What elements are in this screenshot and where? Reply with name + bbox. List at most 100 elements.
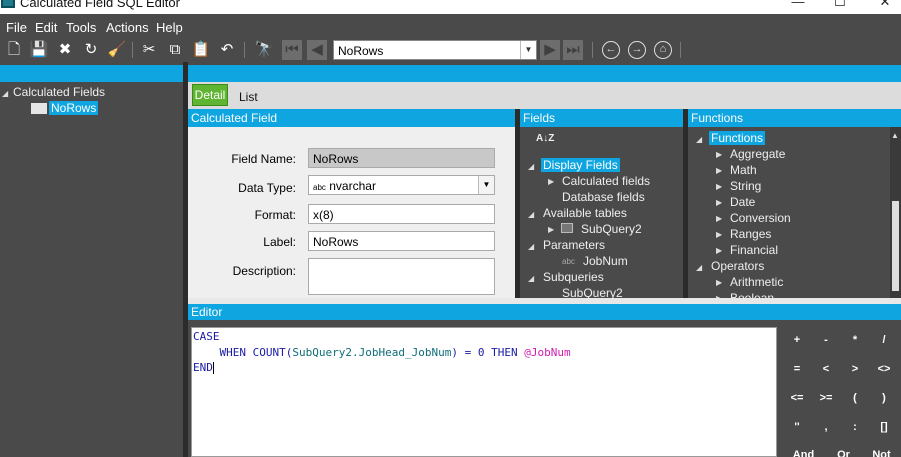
label-input[interactable]: NoRows [308,231,495,251]
clear-icon[interactable]: 🧹 [107,40,127,60]
expand-icon[interactable]: ▶ [716,182,722,191]
last-record-icon[interactable]: ⏭ [563,40,583,60]
op-or-button[interactable]: Or [826,444,861,457]
forward-icon[interactable]: → [628,41,646,59]
binoculars-icon[interactable]: 🔭 [254,40,274,60]
expand-icon[interactable]: ▶ [716,246,722,255]
functions-scrollbar[interactable]: ▲ [890,127,901,298]
op-lessequal-button[interactable]: <= [784,386,810,410]
op-greaterequal-button[interactable]: >= [813,386,839,410]
op-open-paren-button[interactable]: ( [842,386,868,410]
op-quotes-button[interactable]: '' [784,415,810,439]
op-multiply-button[interactable]: * [842,328,868,352]
close-window-button[interactable]: ✕ [877,0,893,10]
collapse-icon[interactable]: ◢ [528,242,534,251]
scroll-up-icon[interactable]: ▲ [891,131,899,140]
expand-icon[interactable]: ▶ [716,150,722,159]
functions-operators[interactable]: Operators [711,259,764,273]
expand-icon[interactable]: ▶ [716,278,722,287]
format-input[interactable]: x(8) [308,204,495,224]
fields-display-fields[interactable]: Display Fields [541,158,620,172]
previous-record-icon[interactable]: ◀ [307,40,327,60]
fields-subqueries[interactable]: Subqueries [543,270,604,284]
first-record-icon[interactable]: ⏮ [282,40,302,60]
data-type-select[interactable]: abc nvarchar ▼ [308,175,495,195]
fields-available-tables[interactable]: Available tables [543,206,627,220]
expand-icon[interactable]: ▶ [716,166,722,175]
expand-icon[interactable]: ◢ [2,89,8,98]
record-combo[interactable]: NoRows ▼ [333,40,537,60]
functions-ranges[interactable]: Ranges [730,227,771,241]
refresh-icon[interactable]: ↻ [81,40,101,60]
op-greater-button[interactable]: > [842,357,868,381]
fields-database-fields[interactable]: Database fields [562,190,645,204]
tree-root-calculated-fields[interactable]: Calculated Fields [13,85,105,99]
new-icon[interactable]: 🗋 [4,40,24,60]
tab-detail[interactable]: Detail [192,84,228,106]
sort-az-icon[interactable]: A↓Z [536,134,554,144]
chevron-down-icon[interactable]: ▼ [478,176,494,194]
tree-item-norows[interactable]: NoRows [49,101,99,115]
copy-icon[interactable]: ⧉ [165,40,185,60]
fields-calculated-fields[interactable]: Calculated fields [562,174,650,188]
minimize-button[interactable]: — [790,0,806,9]
code-when: WHEN [219,346,247,359]
delete-icon[interactable]: ✖ [55,40,75,60]
expand-icon[interactable]: ▶ [716,198,722,207]
op-colon-button[interactable]: : [842,415,868,439]
description-input[interactable] [308,258,495,295]
collapse-icon[interactable]: ◢ [528,210,534,219]
save-icon[interactable]: 💾 [29,40,49,60]
op-and-button[interactable]: And [784,444,823,457]
collapse-icon[interactable]: ◢ [696,263,702,272]
op-notequal-button[interactable]: <> [871,357,897,381]
cut-icon[interactable]: ✂ [139,40,159,60]
menu-file[interactable]: File [6,20,27,35]
op-comma-button[interactable]: , [813,415,839,439]
panel-splitter[interactable] [515,109,520,298]
functions-financial[interactable]: Financial [730,243,778,257]
next-record-icon[interactable]: ▶ [540,40,560,60]
op-less-button[interactable]: < [813,357,839,381]
functions-root[interactable]: Functions [709,131,766,145]
undo-icon[interactable]: ↶ [217,40,237,60]
menu-tools[interactable]: Tools [66,20,96,35]
menu-help[interactable]: Help [156,20,183,35]
functions-arithmetic[interactable]: Arithmetic [730,275,783,289]
expand-icon[interactable]: ▶ [716,230,722,239]
expand-icon[interactable]: ▶ [548,225,554,234]
op-equals-button[interactable]: = [784,357,810,381]
functions-string[interactable]: String [730,179,761,193]
op-plus-button[interactable]: + [784,328,810,352]
expand-icon[interactable]: ▶ [548,177,554,186]
op-close-paren-button[interactable]: ) [871,386,897,410]
maximize-button[interactable]: ☐ [832,0,848,10]
op-brackets-button[interactable]: [] [871,415,897,439]
collapse-icon[interactable]: ◢ [528,162,534,171]
functions-date[interactable]: Date [730,195,755,209]
op-not-button[interactable]: Not [864,444,899,457]
sql-editor[interactable]: CASE WHEN COUNT(SubQuery2.JobHead_JobNum… [191,327,777,457]
functions-aggregate[interactable]: Aggregate [730,147,785,161]
collapse-icon[interactable]: ◢ [528,274,534,283]
menu-edit[interactable]: Edit [35,20,57,35]
scrollbar-thumb[interactable] [892,201,899,291]
field-name-input[interactable]: NoRows [308,148,495,168]
functions-conversion[interactable]: Conversion [730,211,791,225]
op-minus-button[interactable]: - [813,328,839,352]
chevron-down-icon[interactable]: ▼ [520,41,536,59]
back-icon[interactable]: ← [602,41,620,59]
expand-icon[interactable]: ▶ [716,214,722,223]
fields-parameters[interactable]: Parameters [543,238,605,252]
menu-actions[interactable]: Actions [106,20,149,35]
tab-list[interactable]: List [239,90,258,104]
functions-boolean[interactable]: Boolean [730,291,774,298]
fields-subquery2-table[interactable]: SubQuery2 [581,222,642,236]
fields-jobnum[interactable]: JobNum [583,254,628,268]
home-icon[interactable]: ⌂ [654,41,672,59]
code-comparison: ) = 0 [451,346,485,359]
op-divide-button[interactable]: / [871,328,897,352]
functions-math[interactable]: Math [730,163,757,177]
collapse-icon[interactable]: ◢ [696,135,702,144]
paste-icon[interactable]: 📋 [191,40,211,60]
